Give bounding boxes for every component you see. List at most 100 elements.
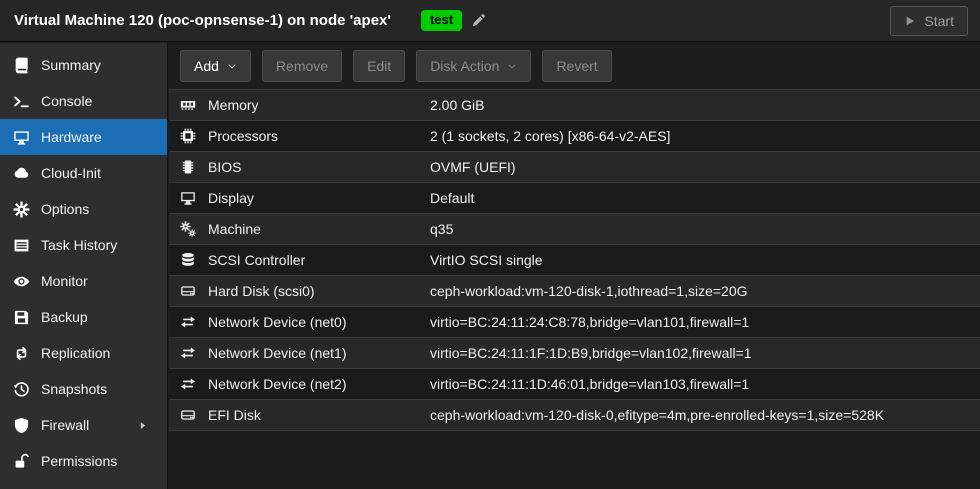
hardware-row-hard-disk-scsi0[interactable]: Hard Disk (scsi0)ceph-workload:vm-120-di… bbox=[169, 276, 980, 307]
hdd-icon bbox=[180, 283, 196, 299]
sidebar-item-options[interactable]: Options bbox=[0, 191, 167, 227]
remove-button[interactable]: Remove bbox=[262, 50, 342, 82]
cogs-icon bbox=[180, 221, 196, 237]
vm-tag: test bbox=[421, 10, 462, 31]
hardware-row-value: 2.00 GiB bbox=[430, 97, 484, 113]
sidebar-item-snapshots[interactable]: Snapshots bbox=[0, 371, 167, 407]
hardware-row-label: Network Device (net0) bbox=[208, 314, 430, 330]
sidebar-item-hardware[interactable]: Hardware bbox=[0, 119, 167, 155]
unlock-icon bbox=[13, 453, 30, 470]
terminal-icon bbox=[13, 93, 30, 110]
hardware-row-efi-disk[interactable]: EFI Diskceph-workload:vm-120-disk-0,efit… bbox=[169, 400, 980, 431]
button-label: Remove bbox=[276, 58, 328, 74]
sidebar-item-task-history[interactable]: Task History bbox=[0, 227, 167, 263]
book-icon bbox=[13, 57, 30, 74]
sidebar-item-label: Summary bbox=[41, 57, 101, 73]
disk-action-button[interactable]: Disk Action bbox=[416, 50, 531, 82]
hardware-row-network-device-net1[interactable]: Network Device (net1)virtio=BC:24:11:1F:… bbox=[169, 338, 980, 369]
button-label: Edit bbox=[367, 58, 391, 74]
database-icon bbox=[180, 252, 196, 268]
sidebar-item-firewall[interactable]: Firewall bbox=[0, 407, 167, 443]
chevron-right-icon bbox=[138, 420, 148, 431]
sidebar-item-replication[interactable]: Replication bbox=[0, 335, 167, 371]
hardware-row-value: Default bbox=[430, 190, 474, 206]
floppy-icon bbox=[13, 309, 30, 326]
microchip-icon bbox=[180, 159, 196, 175]
list-icon bbox=[13, 237, 30, 254]
hardware-row-bios[interactable]: BIOSOVMF (UEFI) bbox=[169, 152, 980, 183]
hardware-row-scsi-controller[interactable]: SCSI ControllerVirtIO SCSI single bbox=[169, 245, 980, 276]
sidebar-item-monitor[interactable]: Monitor bbox=[0, 263, 167, 299]
hdd-icon bbox=[180, 407, 196, 423]
proxmox-vm-window: Virtual Machine 120 (poc-opnsense-1) on … bbox=[0, 0, 980, 489]
start-button[interactable]: Start bbox=[890, 6, 968, 36]
hardware-row-label: EFI Disk bbox=[208, 407, 430, 423]
hardware-row-network-device-net2[interactable]: Network Device (net2)virtio=BC:24:11:1D:… bbox=[169, 369, 980, 400]
memory-icon bbox=[180, 97, 196, 113]
hardware-row-label: Hard Disk (scsi0) bbox=[208, 283, 430, 299]
revert-button[interactable]: Revert bbox=[542, 50, 611, 82]
display-icon bbox=[180, 190, 196, 206]
sidebar-item-label: Firewall bbox=[41, 417, 89, 433]
exchange-icon bbox=[180, 376, 196, 392]
button-label: Add bbox=[194, 58, 219, 74]
hardware-row-value: virtio=BC:24:11:1F:1D:B9,bridge=vlan102,… bbox=[430, 345, 752, 361]
sidebar-item-summary[interactable]: Summary bbox=[0, 47, 167, 83]
sidebar-item-label: Task History bbox=[41, 237, 117, 253]
sidebar-item-cloud-init[interactable]: Cloud-Init bbox=[0, 155, 167, 191]
cloud-icon bbox=[13, 165, 30, 182]
hardware-row-network-device-net0[interactable]: Network Device (net0)virtio=BC:24:11:24:… bbox=[169, 307, 980, 338]
sidebar-item-label: Replication bbox=[41, 345, 110, 361]
hardware-row-label: Machine bbox=[208, 221, 430, 237]
chevron-down-icon bbox=[507, 62, 517, 71]
hardware-row-value: q35 bbox=[430, 221, 453, 237]
sidebar-item-permissions[interactable]: Permissions bbox=[0, 443, 167, 479]
sidebar: Summary Console Hardware Cloud-Init Options T… bbox=[0, 43, 168, 489]
hardware-table: Memory2.00 GiBProcessors2 (1 sockets, 2 … bbox=[169, 89, 980, 431]
shield-icon bbox=[13, 417, 30, 434]
hardware-row-machine[interactable]: Machineq35 bbox=[169, 214, 980, 245]
hardware-row-label: Display bbox=[208, 190, 430, 206]
hardware-row-display[interactable]: DisplayDefault bbox=[169, 183, 980, 214]
hardware-row-label: Memory bbox=[208, 97, 430, 113]
sidebar-item-label: Hardware bbox=[41, 129, 102, 145]
hardware-row-memory[interactable]: Memory2.00 GiB bbox=[169, 90, 980, 121]
hardware-row-processors[interactable]: Processors2 (1 sockets, 2 cores) [x86-64… bbox=[169, 121, 980, 152]
start-button-label: Start bbox=[924, 13, 954, 29]
hardware-row-label: Processors bbox=[208, 128, 430, 144]
hardware-row-value: virtio=BC:24:11:24:C8:78,bridge=vlan101,… bbox=[430, 314, 749, 330]
sidebar-item-console[interactable]: Console bbox=[0, 83, 167, 119]
page-title: Virtual Machine 120 (poc-opnsense-1) on … bbox=[14, 12, 391, 29]
hardware-row-label: Network Device (net1) bbox=[208, 345, 430, 361]
hardware-row-value: ceph-workload:vm-120-disk-0,efitype=4m,p… bbox=[430, 407, 884, 423]
hardware-row-label: SCSI Controller bbox=[208, 252, 430, 268]
button-label: Disk Action bbox=[430, 58, 499, 74]
sidebar-item-label: Monitor bbox=[41, 273, 88, 289]
edit-tag-pencil-icon[interactable] bbox=[471, 13, 486, 28]
button-label: Revert bbox=[556, 58, 597, 74]
play-icon bbox=[904, 15, 916, 27]
edit-button[interactable]: Edit bbox=[353, 50, 405, 82]
eye-icon bbox=[13, 273, 30, 290]
hardware-row-label: Network Device (net2) bbox=[208, 376, 430, 392]
hardware-toolbar: Add Remove Edit Disk Action Revert bbox=[169, 43, 980, 89]
gear-icon bbox=[13, 201, 30, 218]
sidebar-item-label: Console bbox=[41, 93, 92, 109]
hardware-row-value: ceph-workload:vm-120-disk-1,iothread=1,s… bbox=[430, 283, 748, 299]
exchange-icon bbox=[180, 345, 196, 361]
monitor-icon bbox=[13, 129, 30, 146]
hardware-row-value: virtio=BC:24:11:1D:46:01,bridge=vlan103,… bbox=[430, 376, 749, 392]
history-icon bbox=[13, 381, 30, 398]
chevron-down-icon bbox=[227, 62, 237, 71]
hardware-row-value: 2 (1 sockets, 2 cores) [x86-64-v2-AES] bbox=[430, 128, 670, 144]
sidebar-item-label: Backup bbox=[41, 309, 88, 325]
sidebar-item-label: Cloud-Init bbox=[41, 165, 101, 181]
exchange-icon bbox=[180, 314, 196, 330]
sidebar-item-label: Snapshots bbox=[41, 381, 107, 397]
retweet-icon bbox=[13, 345, 30, 362]
cpu-icon bbox=[180, 128, 196, 144]
add-button[interactable]: Add bbox=[180, 50, 251, 82]
hardware-row-label: BIOS bbox=[208, 159, 430, 175]
sidebar-item-backup[interactable]: Backup bbox=[0, 299, 167, 335]
hardware-row-value: OVMF (UEFI) bbox=[430, 159, 516, 175]
